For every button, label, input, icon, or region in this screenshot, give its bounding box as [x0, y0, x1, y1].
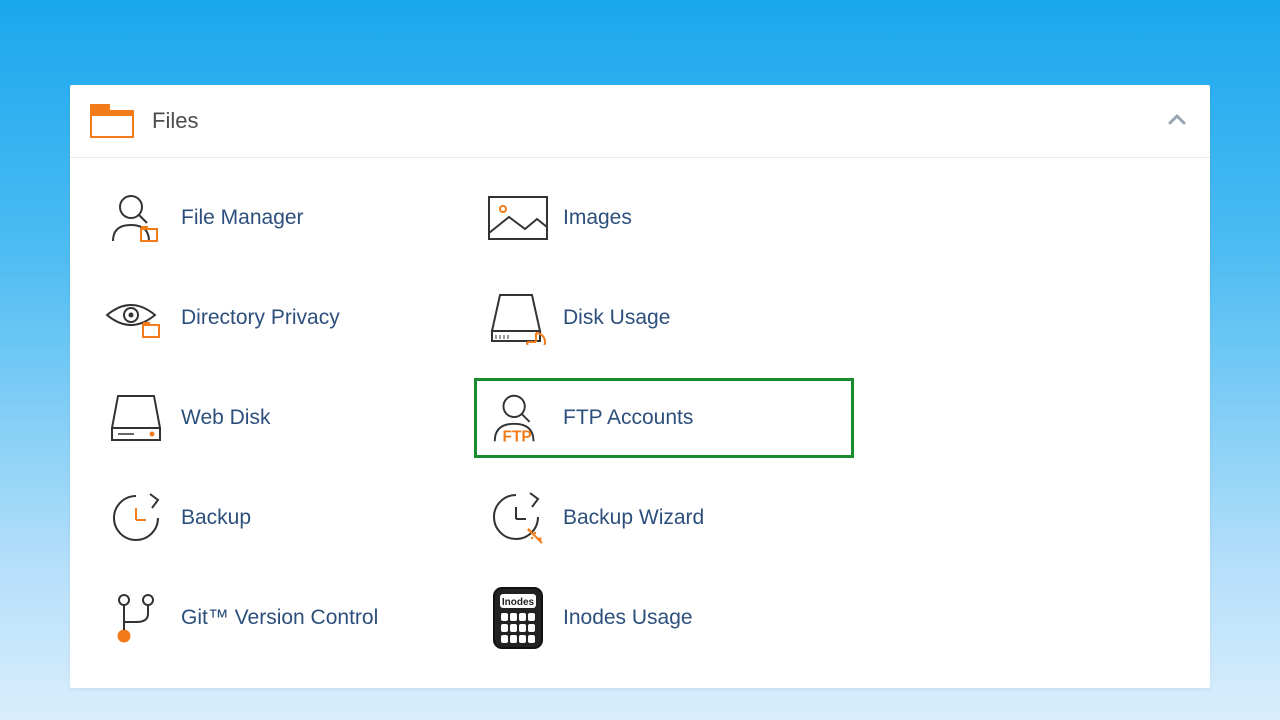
backup-icon [105, 489, 167, 547]
item-web-disk[interactable]: Web Disk [92, 378, 452, 458]
item-file-manager-label: File Manager [181, 206, 304, 230]
item-inodes-usage[interactable]: Inodes Inodes Usage [474, 578, 854, 658]
directory-privacy-icon [105, 289, 167, 347]
disk-usage-icon [487, 289, 549, 347]
web-disk-icon [105, 389, 167, 447]
item-backup-label: Backup [181, 506, 251, 530]
item-images-label: Images [563, 206, 632, 230]
item-ftp-accounts[interactable]: FTP FTP Accounts [474, 378, 854, 458]
item-git-version-control-label: Git™ Version Control [181, 606, 378, 630]
item-web-disk-label: Web Disk [181, 406, 270, 430]
backup-wizard-icon [487, 489, 549, 547]
file-manager-icon [105, 189, 167, 247]
item-disk-usage-label: Disk Usage [563, 306, 670, 330]
svg-text:FTP: FTP [503, 428, 532, 445]
images-icon [487, 189, 549, 247]
item-inodes-usage-label: Inodes Usage [563, 606, 693, 630]
inodes-icon: Inodes [487, 589, 549, 647]
item-images[interactable]: Images [474, 178, 854, 258]
ftp-accounts-icon: FTP [487, 389, 549, 447]
item-directory-privacy-label: Directory Privacy [181, 306, 340, 330]
files-panel-title: Files [152, 108, 198, 134]
files-panel-body: File Manager Images Directory Privacy [70, 158, 1210, 688]
svg-text:Inodes: Inodes [502, 597, 535, 608]
item-git-version-control[interactable]: Git™ Version Control [92, 578, 452, 658]
item-backup-wizard-label: Backup Wizard [563, 506, 704, 530]
files-panel: Files File Manager Images [70, 85, 1210, 688]
files-panel-header[interactable]: Files [70, 85, 1210, 158]
item-file-manager[interactable]: File Manager [92, 178, 452, 258]
item-backup-wizard[interactable]: Backup Wizard [474, 478, 854, 558]
folder-icon [90, 103, 134, 139]
git-icon [105, 589, 167, 647]
item-disk-usage[interactable]: Disk Usage [474, 278, 854, 358]
item-backup[interactable]: Backup [92, 478, 452, 558]
item-directory-privacy[interactable]: Directory Privacy [92, 278, 452, 358]
item-ftp-accounts-label: FTP Accounts [563, 406, 693, 430]
collapse-icon[interactable] [1166, 109, 1188, 131]
